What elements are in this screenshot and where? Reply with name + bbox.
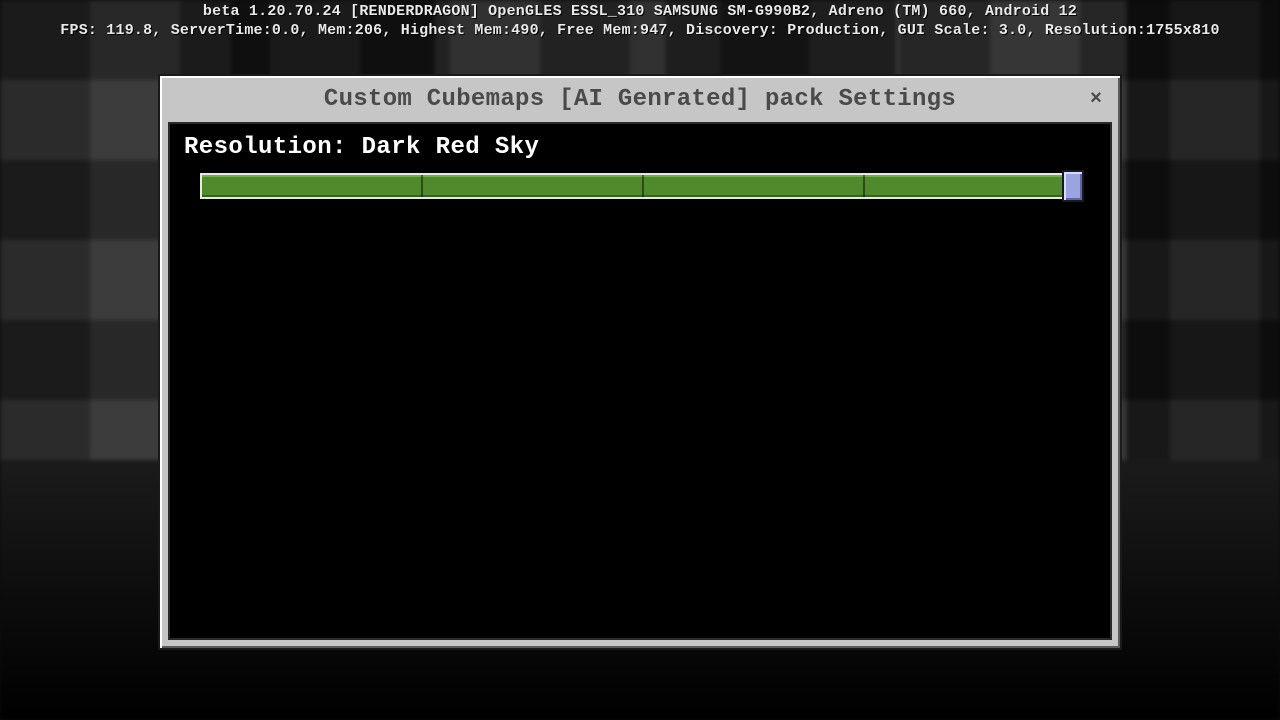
slider-ticks bbox=[200, 173, 1084, 199]
slider-tick bbox=[421, 175, 423, 197]
window-content: Resolution: Dark Red Sky bbox=[168, 122, 1112, 640]
window-title: Custom Cubemaps [AI Genrated] pack Setti… bbox=[324, 86, 956, 113]
slider-thumb[interactable] bbox=[1062, 170, 1084, 202]
slider-tick bbox=[642, 175, 644, 197]
debug-line-2: FPS: 119.8, ServerTime:0.0, Mem:206, Hig… bbox=[60, 22, 1219, 39]
debug-overlay: beta 1.20.70.24 [RENDERDRAGON] OpenGLES … bbox=[0, 0, 1280, 40]
window-titlebar: Custom Cubemaps [AI Genrated] pack Setti… bbox=[160, 76, 1120, 122]
resolution-slider[interactable] bbox=[200, 173, 1084, 199]
close-button[interactable]: × bbox=[1082, 84, 1110, 112]
resolution-setting-label: Resolution: Dark Red Sky bbox=[184, 134, 1096, 161]
slider-tick bbox=[863, 175, 865, 197]
settings-window: Custom Cubemaps [AI Genrated] pack Setti… bbox=[158, 74, 1122, 650]
debug-line-1: beta 1.20.70.24 [RENDERDRAGON] OpenGLES … bbox=[203, 3, 1077, 20]
close-icon: × bbox=[1090, 87, 1102, 110]
